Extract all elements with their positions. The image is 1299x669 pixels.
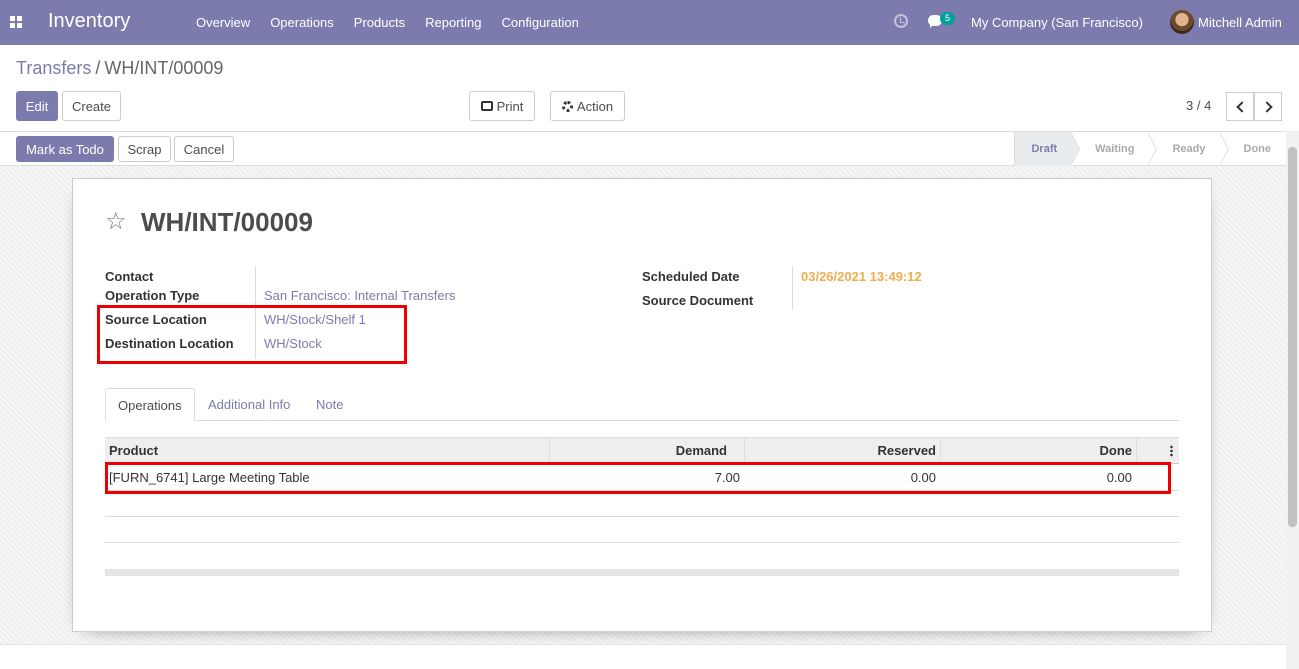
edit-button[interactable]: Edit — [16, 91, 58, 121]
table-header: Product Demand Reserved Done — [105, 437, 1179, 464]
menu-reporting[interactable]: Reporting — [415, 0, 491, 45]
status-draft[interactable]: Draft — [1014, 132, 1081, 166]
apps-menu-icon[interactable] — [10, 16, 23, 28]
contact-label: Contact — [105, 269, 154, 284]
status-done-label: Done — [1243, 143, 1272, 155]
scheduled-date-label: Scheduled Date — [642, 269, 740, 284]
user-menu[interactable]: Mitchell Admin — [1198, 15, 1282, 30]
status-steps: Draft Waiting Ready Done — [1014, 132, 1285, 166]
activity-clock-icon[interactable] — [894, 14, 908, 28]
field-divider — [792, 267, 793, 309]
scrollbar-thumb[interactable] — [1288, 147, 1297, 527]
print-button[interactable]: Print — [469, 91, 535, 121]
tab-operations[interactable]: Operations — [105, 388, 195, 421]
menu-overview[interactable]: Overview — [186, 0, 260, 45]
operation-type-label: Operation Type — [105, 288, 200, 303]
pager-previous-button[interactable] — [1226, 92, 1254, 121]
print-label: Print — [496, 98, 524, 114]
main-menu: Overview Operations Products Reporting C… — [186, 0, 589, 45]
user-avatar[interactable] — [1170, 10, 1194, 34]
status-bar: Mark as Todo Scrap Cancel Draft Waiting … — [0, 131, 1299, 166]
column-done[interactable]: Done — [940, 438, 1136, 464]
source-document-label: Source Document — [642, 293, 754, 308]
top-navbar: Inventory Overview Operations Products R… — [0, 0, 1299, 45]
chat-count-badge: 5 — [940, 12, 956, 25]
menu-configuration[interactable]: Configuration — [491, 0, 588, 45]
cancel-button[interactable]: Cancel — [174, 136, 234, 162]
action-button[interactable]: Action — [550, 91, 625, 121]
chevron-left-icon — [1235, 100, 1248, 113]
scheduled-date-field[interactable]: 03/26/2021 13:49:12 — [801, 269, 922, 284]
record-title: WH/INT/00009 — [141, 207, 313, 237]
gear-icon — [561, 100, 573, 112]
breadcrumb: Transfers / WH/INT/00009 — [16, 58, 223, 79]
breadcrumb-transfers[interactable]: Transfers — [16, 58, 91, 78]
location-highlight-box — [97, 305, 407, 364]
status-done[interactable]: Done — [1220, 132, 1286, 166]
chevron-right-icon — [1260, 100, 1273, 113]
breadcrumb-current: WH/INT/00009 — [104, 58, 224, 78]
scrap-button[interactable]: Scrap — [118, 136, 171, 162]
menu-operations[interactable]: Operations — [260, 0, 344, 45]
column-demand[interactable]: Demand — [549, 438, 744, 464]
tab-note[interactable]: Note — [304, 388, 355, 421]
status-ready-label: Ready — [1172, 143, 1206, 155]
status-draft-label: Draft — [1031, 143, 1058, 155]
operation-type-field[interactable]: San Francisco: Internal Transfers — [264, 288, 455, 303]
breadcrumb-separator: / — [95, 58, 101, 78]
status-waiting-label: Waiting — [1095, 143, 1135, 155]
app-name[interactable]: Inventory — [48, 10, 130, 33]
company-switcher[interactable]: My Company (San Francisco) — [971, 15, 1143, 30]
product-line-highlight-box — [105, 462, 1171, 494]
mark-as-todo-button[interactable]: Mark as Todo — [16, 136, 114, 162]
create-button[interactable]: Create — [62, 91, 121, 121]
table-row-empty[interactable] — [105, 517, 1179, 543]
chatter-area — [0, 644, 1286, 669]
action-label: Action — [576, 98, 614, 114]
table-footer — [105, 569, 1179, 576]
star-icon[interactable]: ☆ — [105, 210, 127, 234]
status-waiting[interactable]: Waiting — [1071, 132, 1158, 166]
scrollbar[interactable] — [1286, 131, 1299, 669]
pager-value[interactable]: 3 / 4 — [1186, 98, 1211, 113]
column-product[interactable]: Product — [109, 438, 549, 464]
optional-columns-icon[interactable] — [1170, 445, 1173, 457]
table-row-empty[interactable] — [105, 491, 1179, 517]
print-icon — [480, 101, 493, 111]
menu-products[interactable]: Products — [344, 0, 415, 45]
column-reserved[interactable]: Reserved — [744, 438, 940, 464]
tab-additional-info[interactable]: Additional Info — [196, 388, 302, 421]
status-ready[interactable]: Ready — [1148, 132, 1229, 166]
pager-next-button[interactable] — [1254, 92, 1282, 121]
